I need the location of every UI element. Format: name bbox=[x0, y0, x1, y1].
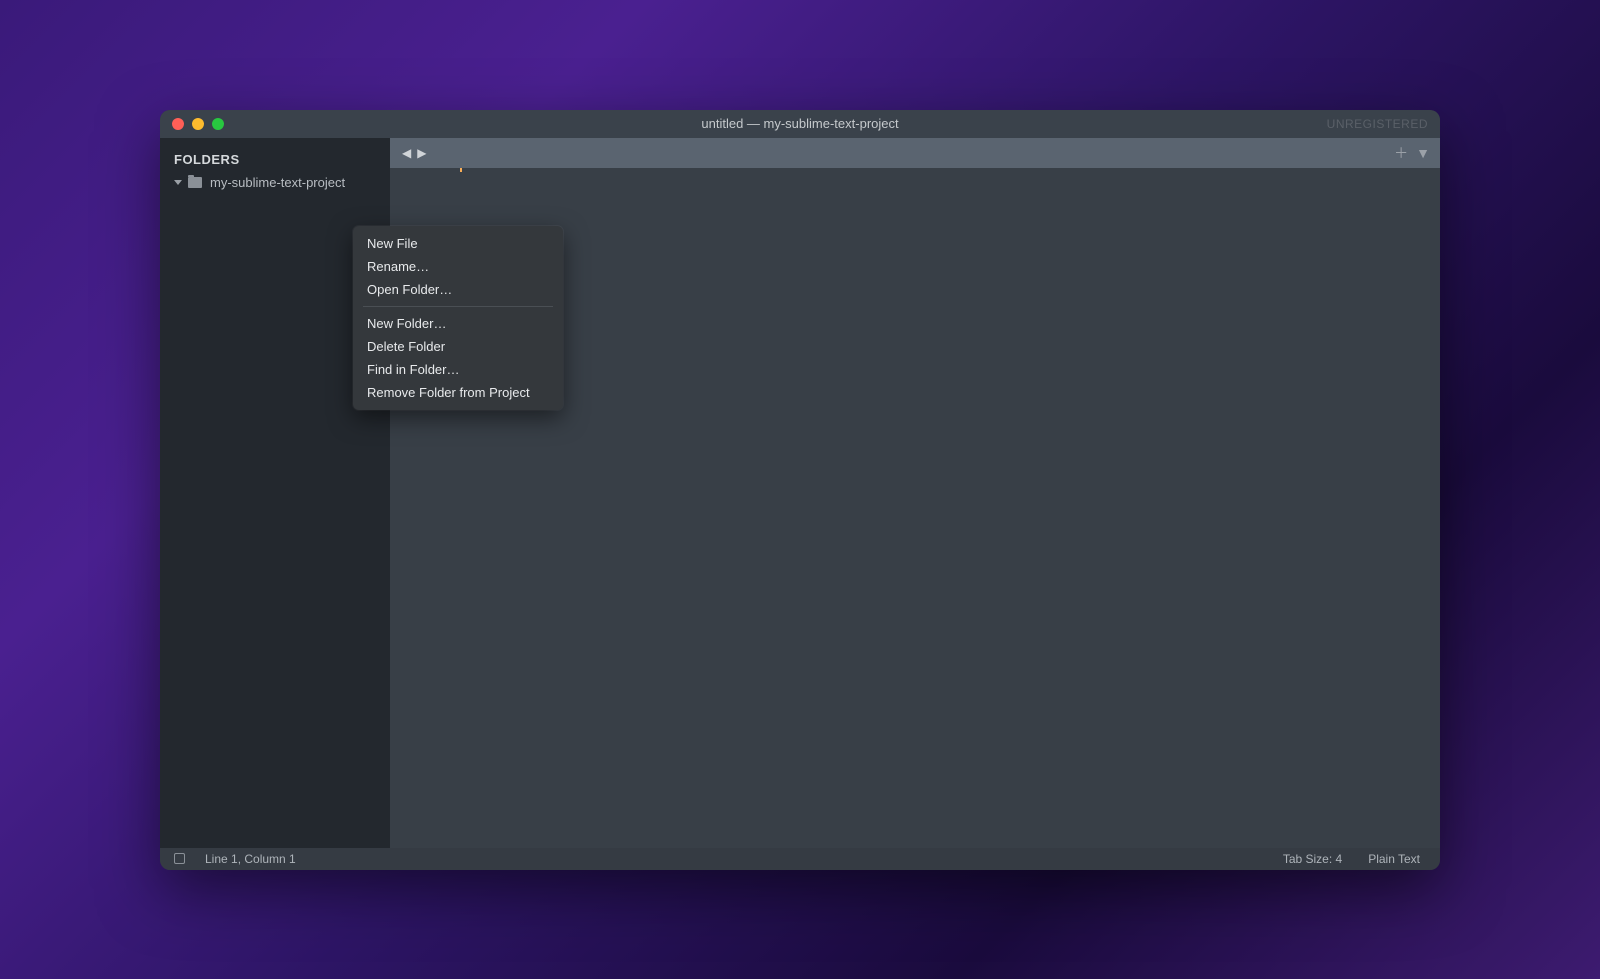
context-item-remove-folder-from-project[interactable]: Remove Folder from Project bbox=[353, 381, 563, 404]
nav-arrows: ◀ ▶ bbox=[400, 144, 428, 162]
traffic-lights bbox=[172, 118, 224, 130]
tab-bar: ◀ ▶ ＋ ▼ bbox=[390, 138, 1440, 168]
unregistered-label: UNREGISTERED bbox=[1327, 117, 1428, 131]
context-item-find-in-folder[interactable]: Find in Folder… bbox=[353, 358, 563, 381]
nav-forward-icon[interactable]: ▶ bbox=[415, 144, 428, 162]
syntax-mode[interactable]: Plain Text bbox=[1362, 852, 1426, 866]
statusbar: Line 1, Column 1 Tab Size: 4 Plain Text bbox=[160, 848, 1440, 870]
sidebar-header: FOLDERS bbox=[160, 148, 390, 173]
app-window: untitled — my-sublime-text-project UNREG… bbox=[160, 110, 1440, 870]
chevron-down-icon bbox=[174, 180, 182, 185]
body-area: FOLDERS my-sublime-text-project ◀ ▶ ＋ ▼ bbox=[160, 138, 1440, 848]
context-item-delete-folder[interactable]: Delete Folder bbox=[353, 335, 563, 358]
maximize-button[interactable] bbox=[212, 118, 224, 130]
context-separator bbox=[363, 306, 553, 307]
window-title: untitled — my-sublime-text-project bbox=[701, 116, 898, 131]
tab-size[interactable]: Tab Size: 4 bbox=[1277, 852, 1348, 866]
context-item-new-folder[interactable]: New Folder… bbox=[353, 312, 563, 335]
context-menu: New FileRename…Open Folder… New Folder…De… bbox=[353, 226, 563, 410]
context-item-rename[interactable]: Rename… bbox=[353, 255, 563, 278]
folder-icon bbox=[188, 177, 202, 188]
cursor-position[interactable]: Line 1, Column 1 bbox=[199, 852, 302, 866]
titlebar: untitled — my-sublime-text-project UNREG… bbox=[160, 110, 1440, 138]
new-tab-icon[interactable]: ＋ bbox=[1394, 143, 1408, 163]
sidebar-folder-item[interactable]: my-sublime-text-project bbox=[160, 173, 390, 192]
tab-actions: ＋ ▼ bbox=[1394, 143, 1430, 163]
context-item-open-folder[interactable]: Open Folder… bbox=[353, 278, 563, 301]
minimize-button[interactable] bbox=[192, 118, 204, 130]
panel-toggle-icon[interactable] bbox=[174, 853, 185, 864]
tab-dropdown-icon[interactable]: ▼ bbox=[1416, 145, 1430, 161]
context-item-new-file[interactable]: New File bbox=[353, 232, 563, 255]
nav-back-icon[interactable]: ◀ bbox=[400, 144, 413, 162]
close-button[interactable] bbox=[172, 118, 184, 130]
folder-label: my-sublime-text-project bbox=[210, 175, 345, 190]
cursor-indicator bbox=[460, 168, 462, 172]
